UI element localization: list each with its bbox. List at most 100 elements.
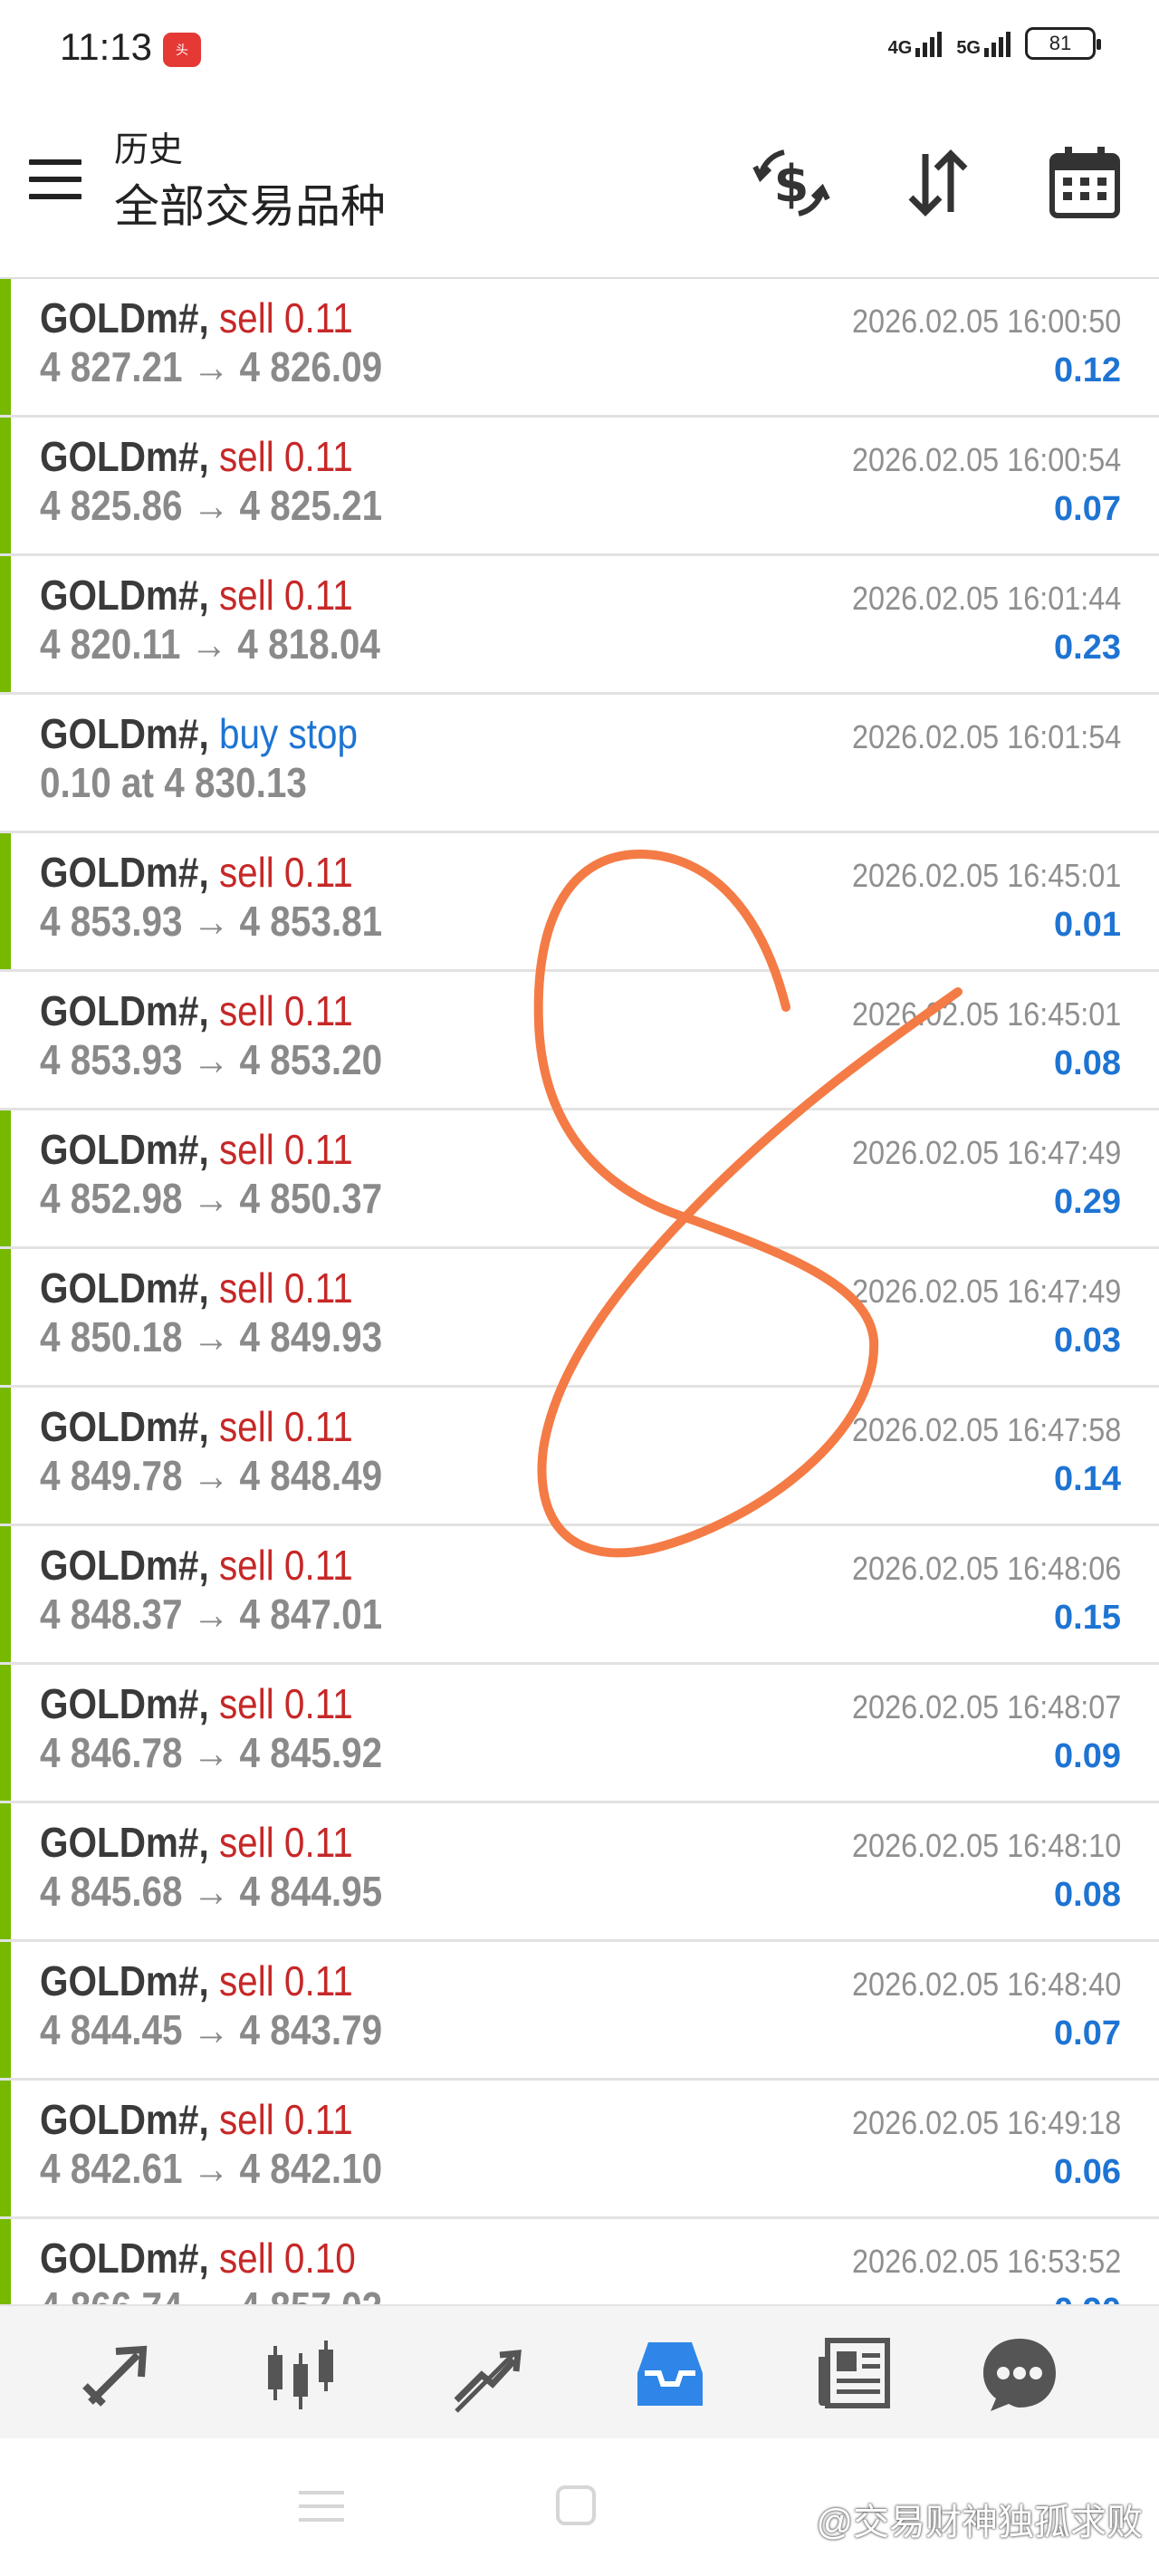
trade-symbol: GOLDm#,: [40, 294, 209, 341]
trade-time: 2026.02.05 16:53:52: [851, 2243, 1121, 2280]
trade-profit: 0.14: [1054, 1460, 1121, 1498]
trade-profit: 0.07: [1054, 2014, 1121, 2052]
system-navigation: @交易财神独孤求败: [0, 2438, 1159, 2576]
trade-title: GOLDm#, sell 0.11: [40, 848, 353, 897]
trade-row[interactable]: GOLDm#, sell 0.104 866.74 → 4 857.02 2026…: [0, 2219, 1159, 2304]
recent-apps-icon[interactable]: [299, 2491, 344, 2527]
trade-title: GOLDm#, sell 0.11: [40, 1818, 353, 1867]
trade-profit: 0.08: [1054, 1876, 1121, 1914]
trade-row[interactable]: GOLDm#, sell 0.11 4 842.61 → 4 842.10 2026…: [0, 2081, 1159, 2219]
trade-symbol: GOLDm#,: [40, 1957, 209, 2004]
trade-profit: 0.23: [1054, 629, 1121, 667]
trade-symbol: GOLDm#,: [40, 1403, 209, 1450]
trade-row[interactable]: GOLDm#, sell 0.11 4 849.78 → 4 848.49 2026…: [0, 1388, 1159, 1526]
trade-row[interactable]: GOLDm#, sell 0.11 4 853.93 → 4 853.20 2026…: [0, 972, 1159, 1110]
sort-icon[interactable]: [895, 139, 982, 226]
menu-icon[interactable]: [29, 159, 81, 199]
trade-row[interactable]: GOLDm#, sell 0.11 4 844.45 → 4 843.79 2026…: [0, 1942, 1159, 2081]
trade-prices: 4 852.98 → 4 850.37: [40, 1175, 383, 1222]
trade-prices: 4 866.74 → 4 857.02: [40, 2283, 382, 2304]
trade-prices: 4 849.78 → 4 848.49: [40, 1452, 383, 1499]
trade-profit: 0.29: [1054, 1183, 1121, 1221]
trade-time: 2026.02.05 16:47:58: [851, 1411, 1121, 1448]
bottom-navigation: [0, 2304, 1159, 2438]
status-bar: 11:13 头 4G 5G 81: [0, 0, 1159, 100]
svg-text:$: $: [774, 155, 809, 214]
home-icon[interactable]: [556, 2485, 596, 2525]
trade-title: GOLDm#, sell 0.11: [40, 1125, 353, 1174]
trade-action: sell 0.11: [218, 433, 353, 480]
trade-action: buy stop: [218, 710, 358, 757]
trade-action: sell 0.11: [218, 987, 353, 1034]
trade-row[interactable]: GOLDm#, buy stop 0.10 at 4 830.13 2026.02.…: [0, 695, 1159, 833]
trade-profit: 0.15: [1054, 1599, 1121, 1637]
dollar-exchange-icon[interactable]: $: [748, 139, 835, 226]
trade-profit: 0.07: [1054, 490, 1121, 528]
trade-symbol: GOLDm#,: [40, 433, 209, 480]
quotes-icon[interactable]: [71, 2328, 161, 2418]
trade-row[interactable]: GOLDm#, sell 0.11 4 850.18 → 4 849.93 2026…: [0, 1249, 1159, 1388]
trade-profit: 0.08: [1054, 1044, 1121, 1082]
closed-trade-marker: [0, 2219, 11, 2304]
trade-action: sell 0.11: [218, 2096, 353, 2143]
trade-row[interactable]: GOLDm#, sell 0.11 4 827.21 → 4 826.09 2026…: [0, 279, 1159, 418]
trade-symbol: GOLDm#,: [40, 1126, 209, 1173]
trade-row[interactable]: GOLDm#, sell 0.11 4 853.93 → 4 853.81 2026…: [0, 833, 1159, 972]
trade-time: 2026.02.05 16:47:49: [851, 1134, 1121, 1171]
trade-action: sell 0.11: [218, 1680, 353, 1727]
trade-profit: 0.03: [1054, 1322, 1121, 1360]
trade-prices: 4 853.93 → 4 853.81: [40, 898, 383, 945]
trade-prices: 4 827.21 → 4 826.09: [40, 343, 383, 390]
trade-symbol: GOLDm#,: [40, 987, 209, 1034]
signal-4g-icon: 4G: [888, 30, 943, 57]
trade-time: 2026.02.05 16:01:54: [851, 718, 1121, 755]
trade-row[interactable]: GOLDm#, sell 0.11 4 848.37 → 4 847.01 2026…: [0, 1526, 1159, 1665]
trade-symbol: GOLDm#,: [40, 710, 209, 757]
history-inbox-icon[interactable]: [625, 2328, 715, 2418]
status-indicators: 4G 5G 81: [888, 27, 1101, 60]
trade-time: 2026.02.05 16:48:40: [851, 1966, 1121, 2003]
trade-action: sell 0.11: [218, 1264, 353, 1312]
trade-action: sell 0.11: [218, 849, 353, 896]
trade-action: sell 0.11: [218, 572, 353, 619]
trade-prices: 4 820.11 → 4 818.04: [40, 620, 380, 668]
trade-time: 2026.02.05 16:00:54: [851, 441, 1121, 478]
trade-prices: 4 825.86 → 4 825.21: [40, 482, 383, 529]
page-title[interactable]: 全部交易品种: [114, 170, 386, 235]
trade-row[interactable]: GOLDm#, sell 0.11 4 846.78 → 4 845.92 2026…: [0, 1665, 1159, 1803]
closed-trade-marker: [0, 833, 11, 969]
trade-action: sell 0.10: [218, 2235, 356, 2282]
trade-title: GOLDm#, sell 0.11: [40, 571, 353, 620]
trade-time: 2026.02.05 16:45:01: [851, 857, 1121, 894]
trade-time: 2026.02.05 16:49:18: [851, 2104, 1121, 2141]
closed-trade-marker: [0, 2081, 11, 2216]
trade-icon[interactable]: [440, 2328, 531, 2418]
app-header: 历史 全部交易品种 $: [0, 100, 1159, 277]
trade-symbol: GOLDm#,: [40, 2235, 209, 2282]
chart-candles-icon[interactable]: [255, 2328, 346, 2418]
page-subtitle: 历史: [114, 131, 184, 169]
trade-title: GOLDm#, sell 0.11: [40, 1402, 353, 1451]
trade-action: sell 0.11: [218, 1542, 353, 1589]
trade-history-list[interactable]: GOLDm#, sell 0.11 4 827.21 → 4 826.09 2026…: [0, 277, 1159, 2304]
trade-time: 2026.02.05 16:48:07: [851, 1688, 1121, 1725]
trade-action: sell 0.11: [218, 1126, 353, 1173]
toutiao-news-icon: 头: [163, 33, 201, 67]
trade-title: GOLDm#, sell 0.11: [40, 432, 353, 481]
trade-action: sell 0.11: [218, 294, 353, 341]
trade-row[interactable]: GOLDm#, sell 0.11 4 825.86 → 4 825.21 2026…: [0, 418, 1159, 556]
closed-trade-marker: [0, 1388, 11, 1523]
trade-title: GOLDm#, sell 0.11: [40, 1541, 353, 1590]
trade-prices: 0.10 at 4 830.13: [40, 759, 307, 806]
closed-trade-marker: [0, 556, 11, 692]
trade-row[interactable]: GOLDm#, sell 0.11 4 820.11 → 4 818.04 2026…: [0, 556, 1159, 695]
news-icon[interactable]: [809, 2328, 900, 2418]
closed-trade-marker: [0, 1665, 11, 1801]
closed-trade-marker: [0, 418, 11, 553]
trade-title: GOLDm#, sell 0.11: [40, 2095, 353, 2144]
chat-icon[interactable]: [974, 2328, 1065, 2418]
calendar-icon[interactable]: [1041, 139, 1128, 226]
watermark: @交易财神独孤求败: [816, 2503, 1143, 2542]
trade-row[interactable]: GOLDm#, sell 0.11 4 852.98 → 4 850.37 2026…: [0, 1110, 1159, 1249]
trade-row[interactable]: GOLDm#, sell 0.11 4 845.68 → 4 844.95 2026…: [0, 1803, 1159, 1942]
